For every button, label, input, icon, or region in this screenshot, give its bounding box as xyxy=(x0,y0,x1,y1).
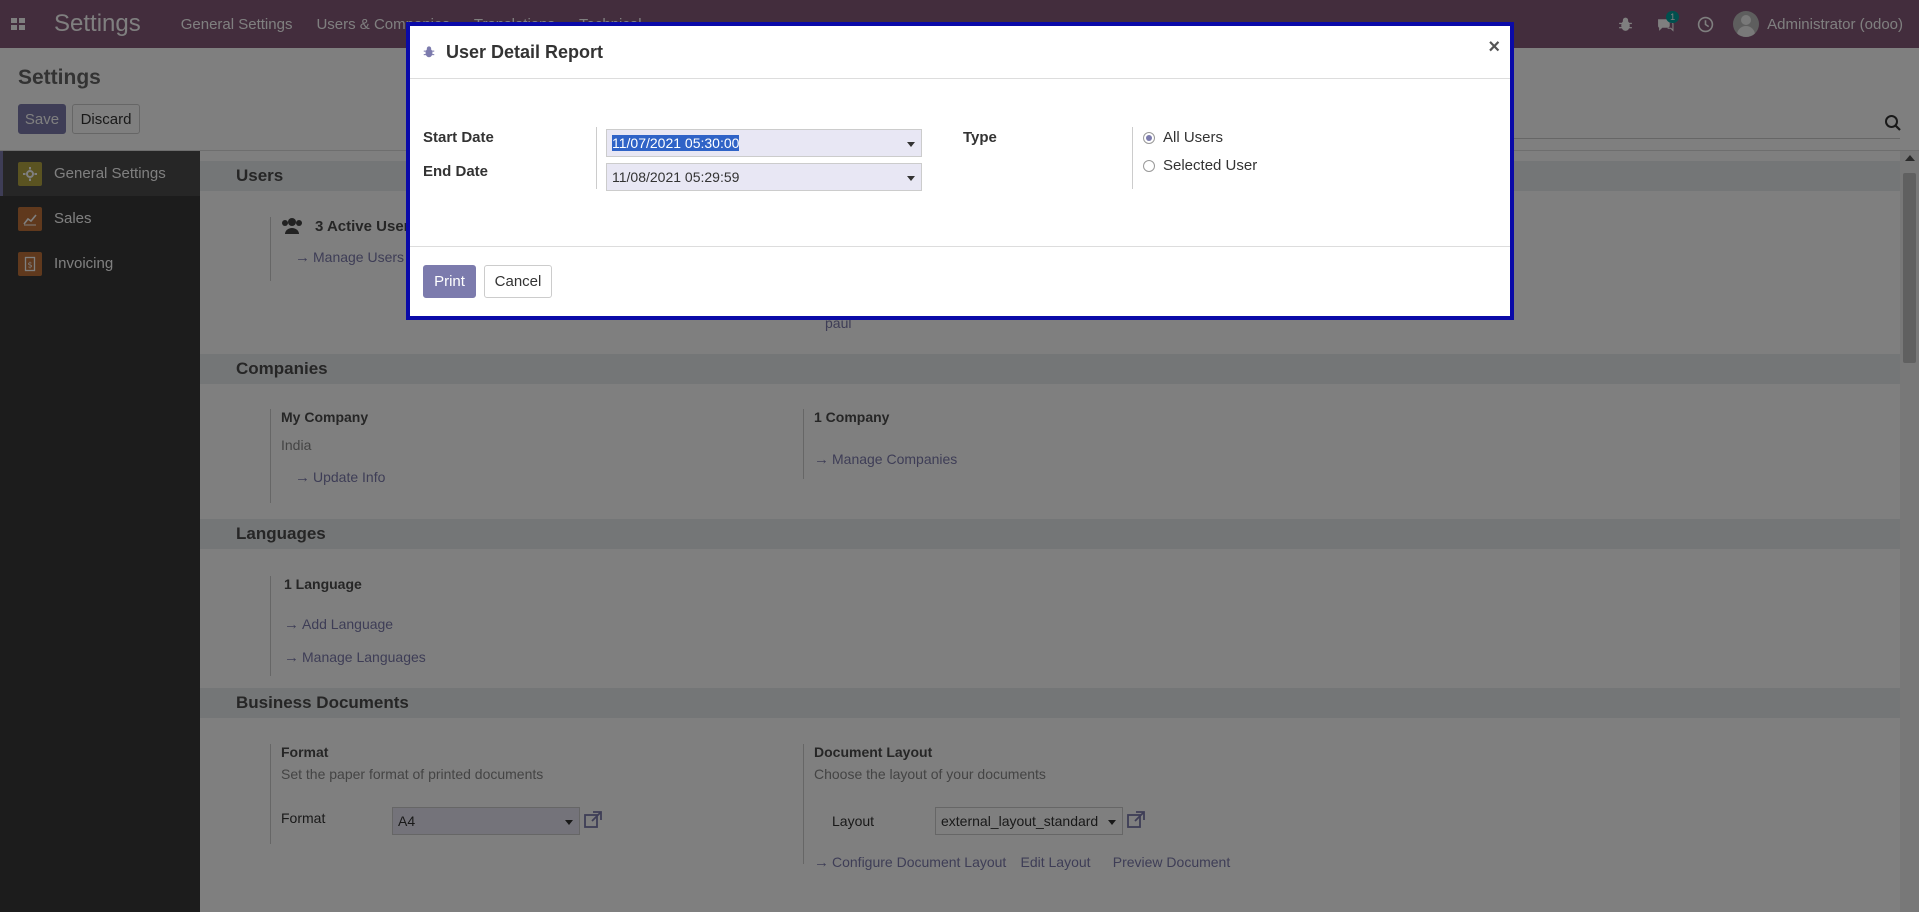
radio-selected-user[interactable] xyxy=(1143,159,1155,172)
user-detail-report-dialog: User Detail Report × Start Date End Date… xyxy=(406,22,1514,320)
start-date-label: Start Date xyxy=(423,129,494,146)
type-label: Type xyxy=(963,129,997,146)
type-option-selected-user[interactable]: Selected User xyxy=(1143,157,1257,174)
print-button[interactable]: Print xyxy=(423,265,476,298)
start-date-input[interactable]: 11/07/2021 05:30:00 xyxy=(606,129,922,157)
debug-bug-icon xyxy=(422,45,436,59)
radio-all-users[interactable] xyxy=(1143,131,1155,144)
radio-label: Selected User xyxy=(1163,157,1258,174)
start-date-value: 11/07/2021 05:30:00 xyxy=(612,135,740,151)
chevron-down-icon[interactable] xyxy=(907,142,915,147)
cancel-button[interactable]: Cancel xyxy=(484,265,552,298)
end-date-value: 11/08/2021 05:29:59 xyxy=(612,169,740,185)
modal-body: Start Date End Date 11/07/2021 05:30:00 … xyxy=(410,79,1510,247)
field-divider xyxy=(596,127,597,189)
modal-footer: Print Cancel xyxy=(410,247,1510,316)
end-date-input[interactable]: 11/08/2021 05:29:59 xyxy=(606,163,922,191)
modal-title: User Detail Report xyxy=(446,41,604,62)
close-icon[interactable]: × xyxy=(1488,36,1500,59)
modal-header: User Detail Report × xyxy=(410,26,1510,79)
chevron-down-icon[interactable] xyxy=(907,176,915,181)
end-date-label: End Date xyxy=(423,163,489,180)
type-option-all-users[interactable]: All Users xyxy=(1143,129,1223,146)
radio-label: All Users xyxy=(1163,129,1224,146)
field-divider xyxy=(1132,127,1133,189)
